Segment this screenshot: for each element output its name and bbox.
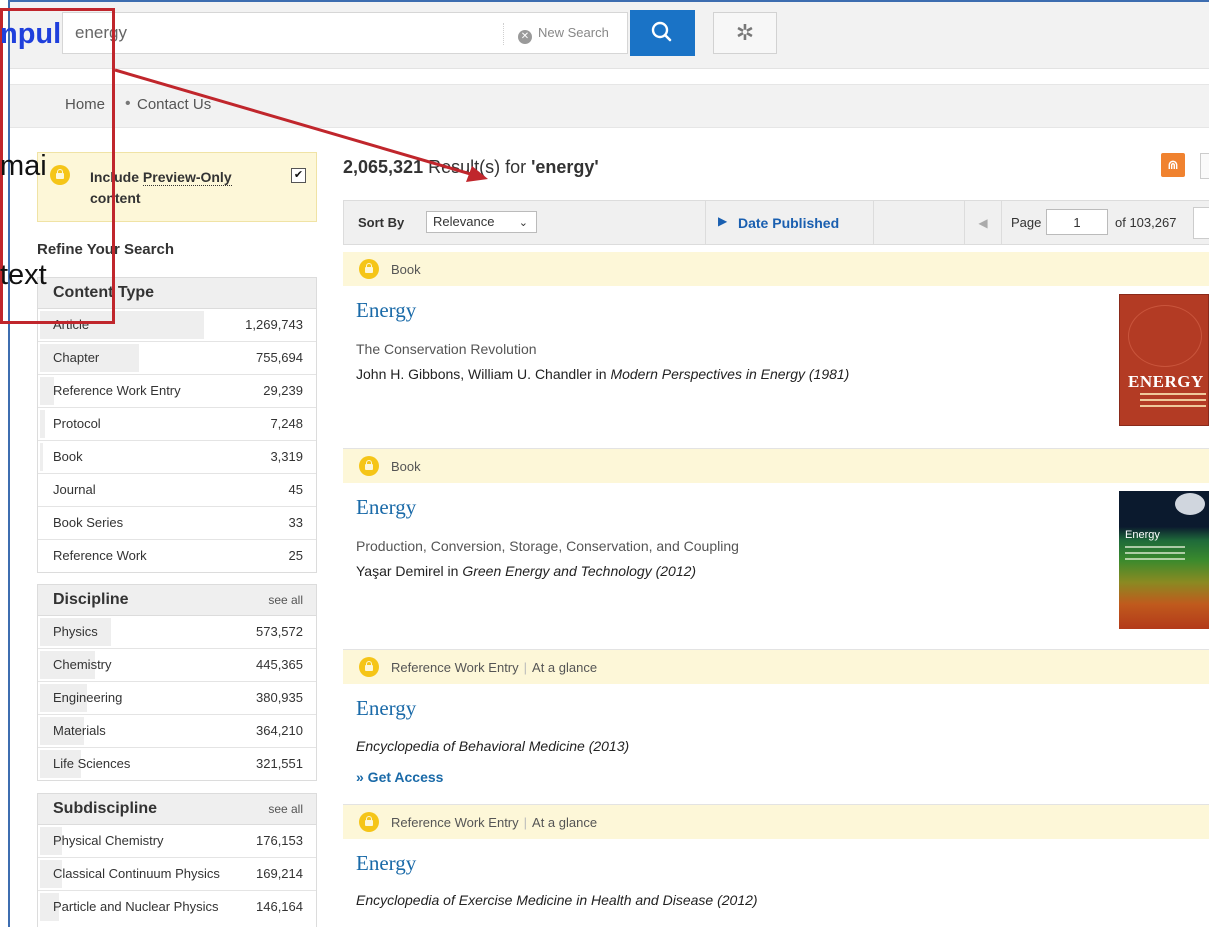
annotation-text: text bbox=[0, 259, 47, 291]
annotation-arrow bbox=[114, 68, 488, 182]
annotation-text: mai bbox=[0, 150, 47, 182]
annotation-text: npul bbox=[0, 18, 62, 50]
